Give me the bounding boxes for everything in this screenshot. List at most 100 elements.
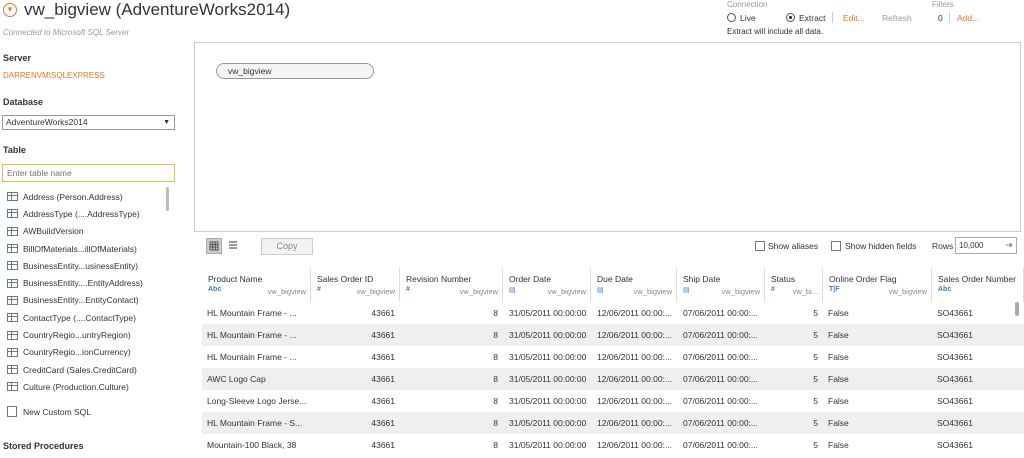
database-select[interactable]: AdventureWorks2014 ▼: [2, 115, 175, 130]
table-cell: False: [828, 396, 849, 406]
table-cell: 5: [813, 440, 818, 450]
list-view-button[interactable]: [226, 238, 242, 254]
live-radio[interactable]: Live: [727, 13, 756, 23]
list-item[interactable]: CountryRegio...ionCurrency): [0, 344, 180, 361]
table-cell: 31/05/2011 00:00:00: [509, 374, 587, 384]
grid-view-button[interactable]: [206, 238, 222, 254]
column-source: vw_bigview: [459, 287, 498, 296]
table-cell: 8: [493, 440, 498, 450]
table-cell: False: [828, 374, 849, 384]
column-header[interactable]: Revision Number # vw_bigview: [400, 268, 503, 302]
server-label: Server: [3, 53, 32, 63]
table-icon: [7, 226, 18, 236]
column-header[interactable]: Sales Order ID # vw_bigview: [311, 268, 400, 302]
server-link[interactable]: DARRENVM\SQLEXPRESS: [3, 71, 105, 80]
list-item[interactable]: BusinessEntity...EntityContact): [0, 292, 180, 309]
table-cell: False: [828, 308, 849, 318]
column-header[interactable]: Sales Order Number Abc: [932, 268, 1024, 302]
list-item[interactable]: Address (Person.Address): [0, 188, 180, 205]
number-type-icon[interactable]: #: [771, 286, 775, 293]
list-item[interactable]: Culture (Production.Culture): [0, 378, 180, 395]
table-icon: [7, 313, 18, 323]
show-aliases-label: Show aliases: [768, 241, 819, 251]
table-cell: 43661: [371, 418, 395, 428]
connection-subtitle: Connected to Microsoft SQL Server: [3, 28, 130, 37]
column-header[interactable]: Ship Date ▤ vw_bigview: [677, 268, 765, 302]
circle-chevron-down-icon[interactable]: ▾: [3, 3, 17, 17]
column-header[interactable]: Status # vw_bi...: [765, 268, 823, 302]
extract-radio[interactable]: Extract: [786, 13, 825, 23]
show-aliases-checkbox[interactable]: [755, 241, 765, 251]
copy-button[interactable]: Copy: [261, 238, 313, 255]
table-cell: SO43661: [937, 440, 973, 450]
grid-scrollbar[interactable]: [1015, 302, 1019, 316]
table-icon: [7, 244, 18, 254]
filters-count: 0: [938, 13, 943, 23]
column-source: vw_bigview: [633, 287, 672, 296]
column-header-label: Due Date: [597, 274, 633, 284]
table-cell: 07/06/2011 00:00:...: [683, 308, 758, 318]
column-header[interactable]: Order Date ▤ vw_bigview: [503, 268, 591, 302]
number-type-icon[interactable]: #: [406, 286, 410, 293]
table-cell: 12/06/2011 00:00:...: [597, 418, 672, 428]
divider: [949, 12, 950, 23]
database-value: AdventureWorks2014: [6, 117, 88, 127]
table-cell: HL Mountain Frame - ...: [207, 330, 297, 340]
table-cell: SO43661: [937, 308, 973, 318]
list-item[interactable]: ContactType (....ContactType): [0, 309, 180, 326]
calendar-icon[interactable]: ▤: [683, 286, 690, 294]
table-icon: [7, 295, 18, 305]
table-cell: SO43661: [937, 396, 973, 406]
table-list: Address (Person.Address) AddressType (..…: [0, 188, 180, 396]
table-cell: SO43661: [937, 330, 973, 340]
table-cell: False: [828, 352, 849, 362]
list-item[interactable]: AWBuildVersion: [0, 223, 180, 240]
calendar-icon[interactable]: ▤: [597, 286, 604, 294]
list-item[interactable]: CreditCard (Sales.CreditCard): [0, 361, 180, 378]
column-header[interactable]: Due Date ▤ vw_bigview: [591, 268, 677, 302]
list-item[interactable]: BusinessEntity...usinessEntity): [0, 257, 180, 274]
table-cell: 43661: [371, 352, 395, 362]
table-list-scrollbar[interactable]: [166, 187, 169, 211]
column-header[interactable]: Product Name Abc vw_bigview: [202, 268, 311, 302]
string-type-icon[interactable]: Abc: [208, 286, 221, 293]
list-item[interactable]: BillOfMaterials...illOfMaterials): [0, 240, 180, 257]
column-header-label: Order Date: [509, 274, 552, 284]
list-item[interactable]: CountryRegio...untryRegion): [0, 326, 180, 343]
column-source: vw_bigview: [721, 287, 760, 296]
refresh-link[interactable]: Refresh: [882, 13, 912, 23]
show-hidden-fields-checkbox[interactable]: [831, 241, 841, 251]
rows-label: Rows: [932, 241, 954, 251]
table-cell: 07/06/2011 00:00:...: [683, 352, 758, 362]
table-cell: 8: [493, 330, 498, 340]
arrow-right-icon[interactable]: ➜: [1005, 238, 1013, 253]
column-header[interactable]: Online Order Flag T|F vw_bigview: [823, 268, 932, 302]
radio-icon: [727, 13, 736, 22]
new-custom-sql-item[interactable]: New Custom SQL: [7, 406, 91, 417]
table-cell: 5: [813, 418, 818, 428]
list-item[interactable]: AddressType (....AddressType): [0, 205, 180, 222]
table-icon: [7, 347, 18, 357]
number-type-icon[interactable]: #: [317, 286, 321, 293]
add-filter-link[interactable]: Add...: [957, 13, 979, 23]
table-cell: SO43661: [937, 374, 973, 384]
stored-procedures-label: Stored Procedures: [3, 441, 84, 451]
boolean-type-icon[interactable]: T|F: [829, 286, 840, 293]
table-cell: 8: [493, 374, 498, 384]
join-canvas[interactable]: vw_bigview: [194, 42, 1021, 232]
column-header-label: Sales Order Number: [938, 274, 1016, 284]
table-cell: 31/05/2011 00:00:00: [509, 352, 587, 362]
filters-label: Filters: [932, 0, 954, 9]
list-item[interactable]: BusinessEntity....EntityAddress): [0, 274, 180, 291]
table-search-input[interactable]: [2, 164, 175, 182]
edit-extract-link[interactable]: Edit...: [843, 13, 865, 23]
calendar-icon[interactable]: ▤: [509, 286, 516, 294]
table-cell: HL Mountain Frame - S...: [207, 418, 303, 428]
table-pill[interactable]: vw_bigview: [216, 63, 374, 79]
column-header-label: Online Order Flag: [829, 274, 897, 284]
string-type-icon[interactable]: Abc: [938, 286, 951, 293]
column-source: vw_bi...: [792, 287, 818, 296]
rows-input[interactable]: 10,000 ➜: [955, 237, 1017, 254]
table-cell: SO43661: [937, 352, 973, 362]
table-icon: [7, 192, 18, 202]
